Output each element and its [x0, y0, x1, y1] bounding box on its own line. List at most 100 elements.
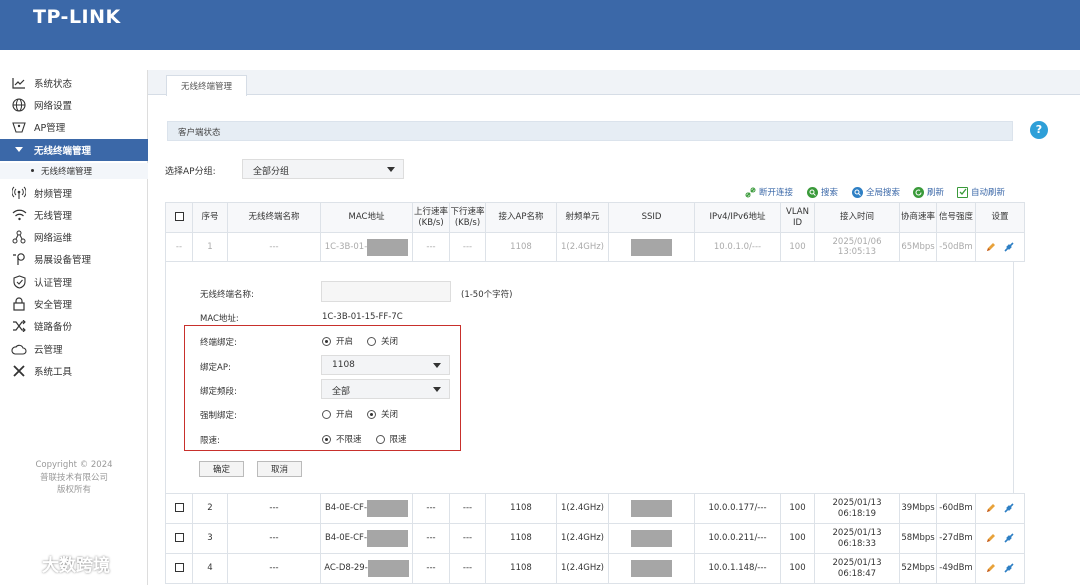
ap-group-select[interactable]: 全部分组 [242, 159, 404, 179]
cancel-button[interactable]: 取消 [257, 461, 302, 477]
select-all-checkbox[interactable] [174, 212, 184, 221]
redacted-block [367, 238, 409, 256]
force-on-option[interactable]: 开启 [322, 408, 353, 420]
row-settings [975, 523, 1025, 554]
row-no: 3 [192, 523, 228, 554]
bind-off-option[interactable]: 关闭 [367, 335, 398, 347]
row-checkbox[interactable] [174, 563, 184, 572]
redacted-block [631, 238, 672, 256]
sidebar-item-link-backup[interactable]: 链路备份 [0, 316, 148, 336]
row-select-cell[interactable] [165, 553, 193, 584]
col-header: IPv4/IPv6地址 [694, 202, 781, 233]
bind-ap-value: 1108 [332, 360, 355, 370]
sidebar-item-wireless[interactable]: 无线管理 [0, 205, 148, 225]
tab-wireless-terminal[interactable]: 无线终端管理 [166, 75, 248, 96]
sidebar-item-label: 安全管理 [34, 300, 73, 311]
auto-refresh-button[interactable]: 自动刷新 [957, 186, 1005, 198]
sidebar-item-auth[interactable]: 认证管理 [0, 272, 148, 292]
link-icon[interactable] [1004, 533, 1014, 543]
sidebar-item-label: 链路备份 [34, 322, 73, 333]
row-mac: 1C-3B-01- [320, 232, 413, 262]
sidebar-subitem-wireless-terminal[interactable]: 无线终端管理 [0, 163, 148, 179]
edit-icon[interactable] [986, 242, 996, 252]
watermark-text: 大数跨境 [42, 556, 110, 576]
radio-checked-icon[interactable] [322, 434, 331, 444]
radio-icon[interactable] [367, 336, 377, 346]
disconnect-button[interactable]: 断开连接 [745, 186, 793, 198]
redacted-block [367, 560, 409, 577]
redacted-block [367, 500, 409, 517]
bind-band-select[interactable]: 全部 [321, 379, 450, 399]
bind-ap-select[interactable]: 1108 [321, 355, 450, 375]
client-table: 序号 无线终端名称 MAC地址 上行速率 (KB/s) 下行速率 (KB/s) 接入… [165, 202, 1025, 262]
radio-checked-icon[interactable] [322, 336, 331, 346]
name-input[interactable] [321, 281, 451, 302]
link-icon[interactable] [1004, 503, 1014, 513]
row-checkbox[interactable] [174, 533, 184, 542]
table-row[interactable]: -- 1 --- 1C-3B-01- --- --- 1108 1(2.4GHz… [165, 232, 1025, 262]
row-signal: -50dBm [936, 232, 976, 262]
bind-band-label: 绑定频段: [200, 387, 237, 397]
lock-icon [11, 296, 27, 312]
col-header: 射频单元 [556, 202, 609, 233]
sidebar-item-easymesh[interactable]: 易展设备管理 [0, 249, 148, 269]
radio-checked-icon[interactable] [367, 409, 377, 419]
copyright-line: 普联技术有限公司 [39, 472, 108, 483]
row-mac: B4-0E-CF- [320, 493, 413, 524]
mac-text: AC-D8-29- [324, 563, 368, 573]
bind-label: 终端绑定: [200, 338, 237, 348]
sidebar-item-network-settings[interactable]: 网络设置 [0, 95, 148, 115]
row-select-cell[interactable] [165, 493, 193, 524]
redacted-block [631, 560, 672, 577]
edit-icon[interactable] [986, 533, 996, 543]
row-signal: -60dBm [936, 493, 976, 524]
table-row[interactable]: 3 --- B4-0E-CF- --- --- 1108 1(2.4GHz) 1… [165, 523, 1025, 554]
help-icon[interactable]: ? [1030, 121, 1048, 139]
copyright-line: Copyright © 2024 [35, 460, 113, 470]
row-ssid [608, 553, 695, 584]
table-row[interactable]: 2 --- B4-0E-CF- --- --- 1108 1(2.4GHz) 1… [165, 493, 1025, 524]
sidebar-item-security[interactable]: 安全管理 [0, 294, 148, 314]
link-icon[interactable] [1004, 242, 1014, 252]
row-name: --- [227, 553, 321, 584]
radio-icon[interactable] [322, 409, 331, 419]
time-clock: 06:18:47 [837, 568, 877, 579]
sidebar-item-system-tools[interactable]: 系统工具 [0, 361, 148, 381]
row-checkbox[interactable] [174, 503, 184, 512]
col-header-up: 上行速率 (KB/s) [412, 202, 450, 233]
row-rate: 39Mbps [899, 493, 937, 524]
copyright-line: 版权所有 [56, 485, 91, 495]
row-select-cell[interactable] [165, 523, 193, 554]
ok-button[interactable]: 确定 [199, 461, 244, 477]
sidebar-item-system-status[interactable]: 系统状态 [0, 73, 148, 93]
table-row[interactable]: 4 --- AC-D8-29- --- --- 1108 1(2.4GHz) 1… [165, 553, 1025, 584]
limit-none-option[interactable]: 不限速 [322, 433, 362, 445]
select-all-cell[interactable] [165, 202, 193, 233]
col-header-down: 下行速率 (KB/s) [449, 202, 486, 233]
radio-icon[interactable] [375, 434, 385, 444]
refresh-button[interactable]: 刷新 [913, 186, 944, 198]
global-search-button[interactable]: 全局搜索 [852, 186, 900, 198]
link-icon[interactable] [1004, 563, 1014, 573]
edit-icon[interactable] [986, 563, 996, 573]
option-label: 开启 [336, 337, 354, 347]
edit-icon[interactable] [986, 503, 996, 513]
limit-label: 限速: [200, 436, 220, 446]
sidebar-item-wireless-terminal[interactable]: 无线终端管理 [0, 139, 148, 161]
row-rate: 58Mbps [899, 523, 937, 554]
search-button[interactable]: 搜索 [807, 186, 838, 198]
limit-on-option[interactable]: 限速 [375, 433, 407, 445]
row-time: 2025/01/13 06:18:19 [814, 493, 900, 524]
row-up: --- [412, 232, 450, 262]
sidebar-item-label: 系统工具 [34, 367, 73, 378]
mac-text: 1C-3B-01- [324, 242, 368, 252]
sidebar-item-network-ops[interactable]: 网络运维 [0, 227, 148, 247]
force-off-option[interactable]: 关闭 [367, 408, 398, 420]
sidebar-item-radio[interactable]: 射频管理 [0, 183, 148, 203]
bind-band-value: 全部 [332, 387, 351, 397]
sidebar: 系统状态 网络设置 AP管理 无线终端管理 无线终端管理 射频管理 无线管理 网… [0, 70, 148, 585]
auto-refresh-label: 自动刷新 [971, 188, 1006, 198]
sidebar-item-cloud[interactable]: 云管理 [0, 339, 148, 359]
bind-on-option[interactable]: 开启 [322, 335, 353, 347]
sidebar-item-ap-management[interactable]: AP管理 [0, 117, 148, 137]
